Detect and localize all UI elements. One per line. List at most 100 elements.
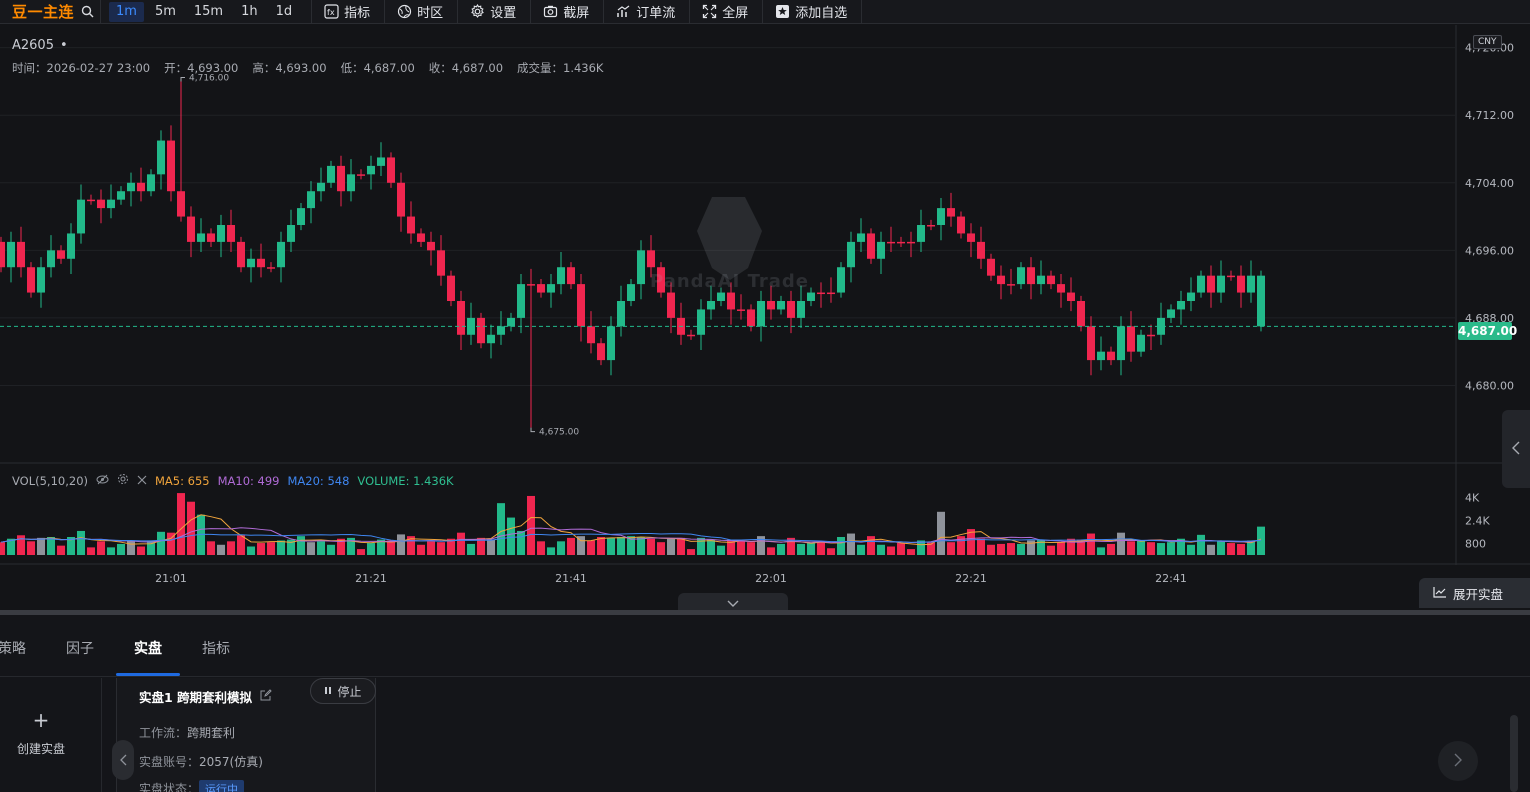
volume-bar: [897, 543, 905, 555]
interval-1h[interactable]: 1h: [234, 2, 265, 22]
ohlc-volume: 成交量：1.436K: [517, 61, 604, 75]
candle-body: [237, 241, 245, 268]
candle-body: [837, 267, 845, 293]
volume-bar: [517, 530, 525, 555]
volume-tick-label: 800: [1465, 537, 1486, 550]
chart-area[interactable]: 4,720.004,712.004,704.004,696.004,688.00…: [0, 25, 1530, 611]
candle-body: [287, 225, 295, 242]
volume-bar: [207, 541, 215, 555]
create-live-button[interactable]: + 创建实盘: [0, 710, 82, 757]
candlestick-chart[interactable]: 4,720.004,712.004,704.004,696.004,688.00…: [0, 25, 1530, 610]
candle-body: [627, 284, 635, 301]
candle-body: [817, 292, 825, 295]
candle-body: [497, 326, 505, 335]
candle-body: [427, 241, 435, 251]
plus-icon: +: [32, 708, 50, 732]
currency-badge[interactable]: CNY: [1473, 35, 1502, 49]
volume-bar: [327, 544, 335, 555]
candle-body: [1177, 301, 1185, 310]
create-live-panel: + 创建实盘: [0, 678, 102, 792]
interval-5m[interactable]: 5m: [148, 2, 183, 22]
tab-factor[interactable]: 因子: [66, 638, 94, 658]
fullscreen-button[interactable]: 全屏: [690, 0, 764, 24]
candle-body: [87, 199, 95, 202]
interval-1d[interactable]: 1d: [269, 2, 300, 22]
candle-body: [857, 233, 865, 242]
eye-off-icon[interactable]: [96, 474, 109, 488]
volume-bar: [947, 542, 955, 555]
candle-body: [327, 165, 335, 183]
candle-body: [317, 182, 325, 192]
candle-body: [277, 241, 285, 268]
candle-body: [947, 208, 955, 217]
price-tick-label: 4,680.00: [1465, 379, 1514, 392]
candle-body: [367, 165, 375, 175]
volume-bar: [547, 547, 555, 555]
candle-body: [397, 182, 405, 217]
tab-strategy[interactable]: 策略: [0, 638, 26, 658]
candle-body: [447, 275, 455, 301]
scrollbar[interactable]: [1510, 715, 1518, 792]
settings-button[interactable]: 设置: [458, 0, 532, 24]
tab-indicator[interactable]: 指标: [202, 638, 230, 658]
candle-body: [477, 317, 485, 344]
candle-body: [597, 343, 605, 361]
candle-body: [1167, 309, 1175, 318]
side-panel-toggle[interactable]: [1502, 410, 1530, 488]
expand-live-label: 展开实盘: [1453, 586, 1504, 602]
stop-button[interactable]: 停止: [310, 678, 376, 704]
time-tick-label: 22:21: [955, 572, 987, 585]
orderflow-button[interactable]: 订单流: [604, 0, 691, 24]
chevron-right-icon: [1454, 752, 1462, 771]
volume-bar: [1147, 542, 1155, 555]
indicators-label: 指标: [344, 6, 371, 21]
volume-bar: [717, 545, 725, 555]
time-tick-label: 21:41: [555, 572, 587, 585]
volume-bar: [417, 544, 425, 555]
timezone-button[interactable]: 时区: [385, 0, 459, 24]
candle-body: [807, 292, 815, 301]
candle-body: [107, 199, 115, 209]
candle-body: [897, 241, 905, 244]
close-icon[interactable]: [137, 474, 147, 488]
stop-label: 停止: [337, 684, 362, 699]
carousel-prev-button[interactable]: [112, 740, 134, 780]
candle-body: [907, 241, 915, 244]
interval-1m[interactable]: 1m: [109, 1, 144, 22]
settings-label: 设置: [490, 6, 517, 21]
volume-bar: [837, 537, 845, 555]
add-watchlist-button[interactable]: 添加自选: [763, 0, 863, 24]
carousel-next-button[interactable]: [1438, 741, 1478, 781]
volume-bar: [117, 543, 125, 555]
interval-15m[interactable]: 15m: [187, 2, 230, 22]
expand-live-button[interactable]: 展开实盘: [1419, 578, 1530, 608]
function-icon: fx: [324, 4, 339, 19]
candle-body: [717, 292, 725, 301]
live-card[interactable]: 实盘1 跨期套利模拟 停止 工作流：跨期套利 实盘账号：2057(仿真) 实盘状…: [116, 678, 376, 792]
indicators-button[interactable]: fx 指标: [312, 0, 386, 24]
volume-bar: [357, 549, 365, 555]
symbol-title[interactable]: 豆一主连: [0, 1, 74, 22]
volume-bar: [527, 495, 535, 555]
screenshot-button[interactable]: 截屏: [531, 0, 605, 24]
edit-icon[interactable]: [260, 689, 272, 704]
candle-body: [197, 233, 205, 242]
volume-bar: [397, 534, 405, 555]
candle-body: [247, 258, 255, 268]
candle-body: [927, 225, 935, 227]
chart-collapse-toggle[interactable]: [678, 593, 788, 611]
volume-bar: [1107, 543, 1115, 555]
search-icon[interactable]: [74, 0, 100, 24]
candle-body: [937, 208, 945, 225]
volume-bar: [977, 538, 985, 555]
gear-icon[interactable]: [117, 473, 129, 488]
interval-selector: 1m 5m 15m 1h 1d: [101, 0, 311, 24]
volume-bar: [937, 511, 945, 555]
candle-body: [297, 208, 305, 225]
candle-body: [357, 174, 365, 176]
volume-bar: [497, 503, 505, 555]
tab-live[interactable]: 实盘: [134, 638, 162, 658]
volume-bar: [297, 536, 305, 555]
candle-body: [1097, 351, 1105, 361]
volume-bar: [1157, 543, 1165, 555]
